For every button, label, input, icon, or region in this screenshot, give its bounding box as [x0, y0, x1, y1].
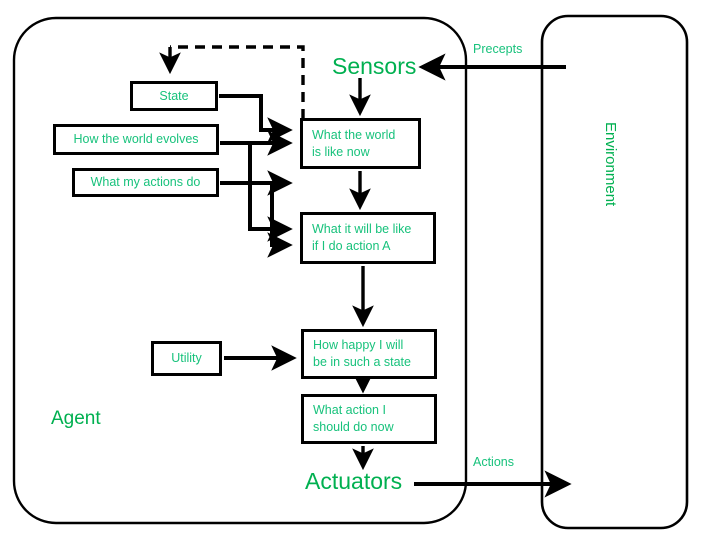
evolves-to-will-be-edge	[248, 143, 293, 242]
node-world-now-line-1: is like now	[312, 144, 370, 159]
node-will-be-line-1: if I do action A	[312, 239, 391, 253]
node-actions-do-line-0: What my actions do	[90, 175, 201, 189]
node-what-it-will-be-like-if-i-do-action-a[interactable]: What it will be like if I do action A	[300, 212, 436, 264]
node-happy-line-0: How happy I will	[313, 338, 404, 352]
node-how-happy-i-will-be-in-such-a-state[interactable]: How happy I will be in such a state	[301, 329, 437, 379]
diagram-canvas: State How the world evolves What my acti…	[0, 0, 701, 539]
environment-boundary	[540, 14, 689, 530]
node-how-the-world-evolves[interactable]: How the world evolves	[53, 124, 219, 155]
actions-do-to-will-be-edge	[267, 183, 293, 258]
node-what-action-line-1: should do now	[313, 420, 394, 434]
node-what-the-world-is-like-now[interactable]: What the world is like now	[300, 118, 421, 169]
node-state-line-0: State	[159, 88, 189, 103]
node-will-be-line-0: What it will be like	[312, 222, 412, 236]
node-utility-line-0: Utility	[171, 351, 202, 365]
sensors-label: Sensors	[332, 53, 417, 79]
node-world-now-line-0: What the world	[312, 127, 396, 142]
node-utility[interactable]: Utility	[151, 341, 222, 376]
agent-boundary	[12, 16, 468, 525]
percepts-edge-label: Precepts	[473, 42, 523, 56]
node-what-action-i-should-do-now[interactable]: What action I should do now	[301, 394, 437, 444]
environment-label: Environment	[602, 122, 619, 207]
node-what-my-actions-do[interactable]: What my actions do	[72, 168, 219, 197]
agent-label: Agent	[51, 408, 101, 429]
node-what-action-line-0: What action I	[313, 403, 386, 417]
actuators-label: Actuators	[305, 468, 403, 494]
node-evolves-line-0: How the world evolves	[73, 132, 199, 146]
actions-edge-label: Actions	[473, 455, 514, 469]
node-happy-line-1: be in such a state	[313, 355, 411, 369]
state-to-world-now-edge	[219, 94, 293, 143]
node-state[interactable]: State	[130, 81, 218, 111]
connector-layer	[12, 14, 689, 530]
